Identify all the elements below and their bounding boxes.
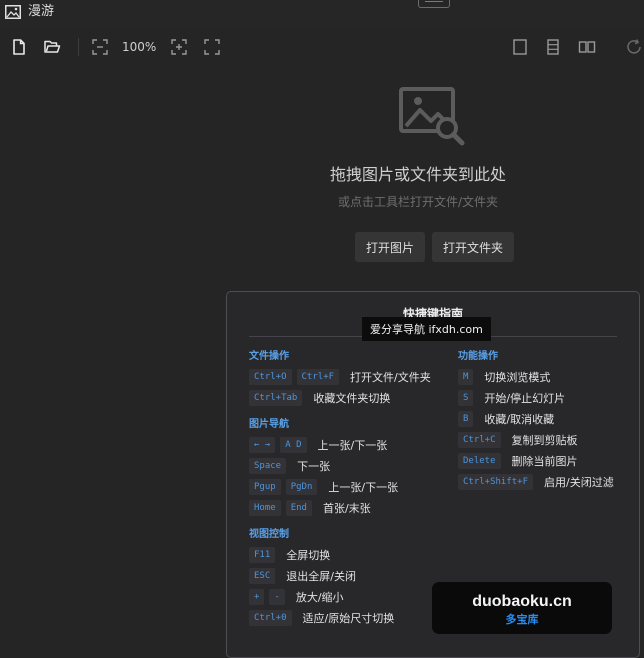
shortcut-key: End (285, 499, 312, 516)
open-file-button[interactable] (9, 37, 29, 57)
shortcut-key: ESC (249, 567, 276, 584)
shortcut-description: 上一张/下一张 (328, 480, 399, 494)
shortcut-key: Ctrl+F (296, 368, 340, 385)
shortcut-row: ESC 退出全屏/关闭 (249, 565, 431, 586)
shortcut-description: 退出全屏/关闭 (286, 569, 356, 583)
shortcut-row: B 收藏/取消收藏 (458, 408, 614, 429)
shortcut-section: 文件操作 Ctrl+O Ctrl+F 打开文件/文件夹 Ctrl+Tab 收藏文件夹切换 (249, 350, 431, 408)
zoom-out-button[interactable] (90, 37, 110, 57)
toolbar-divider (78, 38, 79, 56)
shortcut-description: 删除当前图片 (511, 454, 578, 468)
empty-state-title: 拖拽图片或文件夹到此处 (329, 165, 506, 184)
shortcut-key: Ctrl+Shift+F (458, 473, 534, 490)
watermark-badge: 爱分享导航 ifxdh.com (362, 317, 491, 341)
shortcut-row: Pgup PgDn 上一张/下一张 (249, 476, 431, 497)
shortcut-row: Space 下一张 (249, 455, 431, 476)
fit-screen-button[interactable] (202, 37, 222, 57)
shortcut-row: Ctrl+Tab 收藏文件夹切换 (249, 387, 431, 408)
title-bar: 漫游 (0, 0, 644, 26)
drag-handle[interactable] (418, 0, 450, 8)
shortcut-section: 功能操作 M 切换浏览模式 S 开始/停止幻灯片 B 收藏/取消收藏 Ctrl+C 复制到剪贴板… (458, 350, 614, 492)
shortcut-key: Space (249, 457, 287, 474)
shortcut-column-left: 文件操作 Ctrl+O Ctrl+F 打开文件/文件夹 Ctrl+Tab 收藏文件夹切换图… (249, 346, 431, 628)
open-image-button[interactable]: 打开图片 (355, 232, 425, 262)
single-page-icon (513, 39, 527, 55)
shortcut-row: Ctrl+C 复制到剪贴板 (458, 429, 614, 450)
zoom-in-icon (171, 39, 187, 55)
shortcut-description: 下一张 (297, 459, 331, 473)
shortcut-row: Home End 首张/末张 (249, 497, 431, 518)
toolbar: 100% (0, 30, 644, 62)
shortcut-column-right: 功能操作 M 切换浏览模式 S 开始/停止幻灯片 B 收藏/取消收藏 Ctrl+C 复制到剪贴板… (458, 346, 614, 492)
shortcut-row: M 切换浏览模式 (458, 366, 614, 387)
shortcut-key: + (249, 588, 265, 605)
shortcut-row: Ctrl+O Ctrl+F 打开文件/文件夹 (249, 366, 431, 387)
continuous-view-button[interactable] (543, 37, 563, 57)
open-folder-button-main[interactable]: 打开文件夹 (432, 232, 514, 262)
rotate-button[interactable] (624, 37, 644, 57)
shortcut-key: M (458, 368, 474, 385)
shortcut-key: B (458, 410, 474, 427)
shortcut-key: S (458, 389, 474, 406)
zoom-in-button[interactable] (169, 37, 189, 57)
shortcut-key: Pgup (249, 478, 281, 495)
shortcut-row: F11 全屏切换 (249, 544, 431, 565)
shortcut-description: 打开文件/文件夹 (350, 370, 431, 384)
shortcut-key: Home (249, 499, 281, 516)
shortcut-key: Ctrl+0 (249, 609, 292, 626)
shortcut-description: 切换浏览模式 (484, 370, 551, 384)
zoom-out-icon (92, 39, 108, 55)
shortcut-key: Ctrl+O (249, 368, 292, 385)
shortcut-description: 适应/原始尺寸切换 (302, 611, 395, 625)
empty-state-subtitle: 或点击工具栏打开文件/文件夹 (337, 195, 499, 209)
file-icon (13, 39, 25, 55)
watermark-box: duobaoku.cn 多宝库 (432, 582, 612, 634)
shortcut-description: 首张/末张 (322, 501, 371, 515)
shortcut-key: Delete (458, 452, 501, 469)
shortcut-section: 图片导航 ← → A D 上一张/下一张 Space 下一张 Pgup PgDn 上一张/下一张… (249, 418, 431, 518)
shortcut-key: F11 (249, 546, 276, 563)
shortcut-section-title: 功能操作 (458, 351, 498, 362)
watermark-name: 多宝库 (505, 613, 539, 626)
shortcut-key: Ctrl+C (458, 431, 501, 448)
zoom-level: 100% (122, 40, 157, 54)
shortcut-description: 开始/停止幻灯片 (484, 391, 566, 405)
shortcut-row: Ctrl+0 适应/原始尺寸切换 (249, 607, 431, 628)
shortcut-section-title: 视图控制 (249, 529, 289, 540)
window-title: 漫游 (28, 4, 55, 19)
double-page-button[interactable] (577, 37, 597, 57)
image-search-icon (399, 87, 465, 146)
shortcut-section-title: 图片导航 (249, 419, 289, 430)
fit-screen-icon (204, 39, 220, 55)
shortcut-description: 放大/缩小 (295, 590, 344, 604)
shortcut-key: - (269, 588, 285, 605)
shortcut-description: 收藏/取消收藏 (484, 412, 555, 426)
shortcut-row: Ctrl+Shift+F 启用/关闭过滤 (458, 471, 614, 492)
shortcut-description: 启用/关闭过滤 (544, 475, 614, 489)
shortcut-row: Delete 删除当前图片 (458, 450, 614, 471)
watermark-domain: duobaoku.cn (472, 593, 572, 610)
shortcut-key: PgDn (285, 478, 318, 495)
shortcut-row: + - 放大/缩小 (249, 586, 431, 607)
shortcut-key: Ctrl+Tab (249, 389, 303, 406)
shortcut-section-title: 文件操作 (249, 351, 289, 362)
shortcut-section: 视图控制 F11 全屏切换 ESC 退出全屏/关闭 + - 放大/缩小 Ctrl+0 适应/原始尺… (249, 528, 431, 628)
shortcut-description: 全屏切换 (286, 548, 331, 562)
shortcut-row: S 开始/停止幻灯片 (458, 387, 614, 408)
shortcut-description: 复制到剪贴板 (511, 433, 578, 447)
folder-open-icon (44, 40, 61, 53)
image-app-icon (5, 5, 21, 19)
shortcut-description: 收藏文件夹切换 (313, 391, 391, 405)
vertical-scroll-icon (547, 39, 559, 55)
shortcut-description: 上一张/下一张 (317, 438, 388, 452)
shortcut-key: A D (280, 436, 307, 453)
shortcut-row: ← → A D 上一张/下一张 (249, 434, 431, 455)
rotate-icon (627, 39, 641, 54)
double-page-icon (578, 41, 596, 53)
open-folder-button[interactable] (42, 37, 62, 57)
shortcut-key: ← → (249, 436, 276, 453)
single-view-button[interactable] (510, 37, 530, 57)
